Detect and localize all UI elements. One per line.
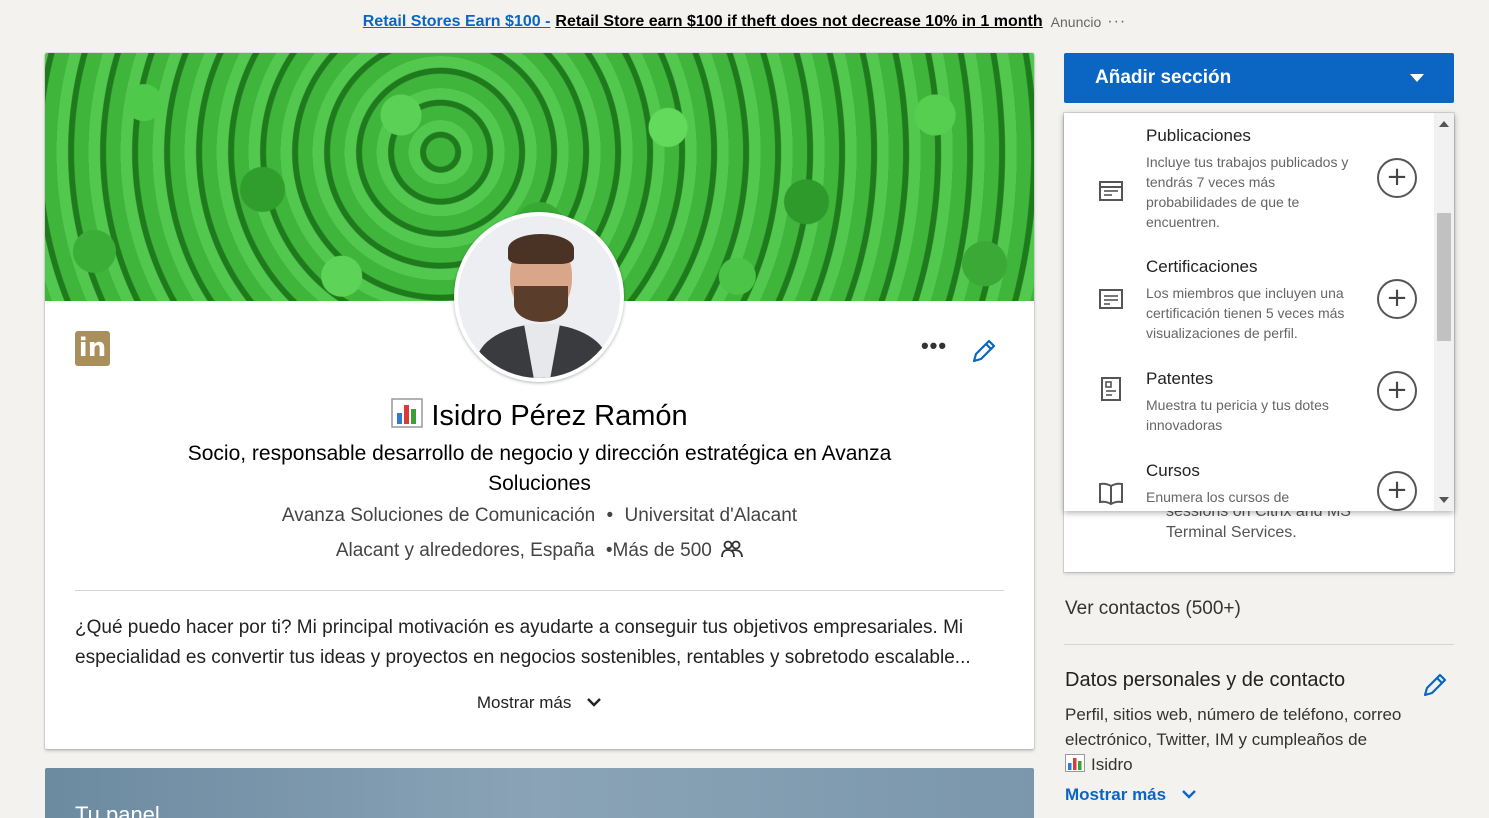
- publications-icon: [1099, 181, 1123, 201]
- ad-label: Anuncio: [1050, 14, 1102, 30]
- ad-banner: Retail Stores Earn $100 - Retail Store e…: [0, 0, 1489, 44]
- patent-icon: [1101, 377, 1121, 401]
- contacts-icon: [721, 540, 744, 558]
- certificate-icon: [1099, 289, 1123, 309]
- add-section-button[interactable]: Añadir sección: [1064, 53, 1454, 103]
- dropdown-item-desc: Muestra tu pericia y tus dotes innovador…: [1146, 397, 1329, 433]
- add-certificaciones-button[interactable]: +: [1377, 279, 1417, 319]
- dropdown-scrollbar[interactable]: [1434, 113, 1454, 511]
- dashboard-title: Tu panel: [75, 802, 160, 818]
- profile-name: Isidro Pérez Ramón: [45, 398, 1034, 433]
- dashboard-card: Tu panel: [45, 768, 1034, 818]
- divider: [1064, 644, 1454, 645]
- divider: [75, 590, 1004, 591]
- profile-headline: Socio, responsable desarrollo de negocio…: [187, 442, 892, 495]
- show-more-label: Mostrar más: [476, 693, 572, 712]
- book-icon: [1099, 482, 1123, 505]
- personal-data-title: Datos personales y de contacto: [1065, 669, 1346, 691]
- show-more-button[interactable]: Mostrar más: [45, 693, 1034, 713]
- add-patentes-button[interactable]: +: [1377, 371, 1417, 411]
- connections-link[interactable]: •Más de 500: [606, 540, 712, 561]
- dropdown-item-title: Patentes: [1146, 369, 1214, 388]
- dropdown-item-title: Certificaciones: [1146, 257, 1258, 276]
- show-more-label: Mostrar más: [1065, 785, 1167, 804]
- caret-down-icon: [1410, 74, 1424, 82]
- location-text: Alacant y alrededores, España: [335, 540, 595, 561]
- edit-pencil-icon[interactable]: [969, 336, 999, 366]
- ad-more-icon[interactable]: ···: [1107, 13, 1126, 31]
- add-section-label: Añadir sección: [1095, 67, 1232, 88]
- ad-link[interactable]: Retail Stores Earn $100 -: [363, 13, 551, 31]
- profile-card: in ••• Isidro Pérez Ramón Socio, respons…: [45, 53, 1034, 749]
- bar-chart-icon: [1065, 754, 1085, 772]
- dropdown-item-title: Cursos: [1146, 461, 1200, 480]
- chevron-down-icon: [1181, 790, 1196, 799]
- edit-pencil-icon[interactable]: [1420, 670, 1450, 700]
- dropdown-item-desc: Incluye tus trabajos publicados y tendrá…: [1146, 154, 1349, 230]
- profile-photo[interactable]: [454, 212, 624, 382]
- bar-chart-icon: [391, 398, 424, 428]
- company-school-line: Avanza Soluciones de Comunicación • Univ…: [45, 505, 1034, 527]
- school-link[interactable]: Universitat d'Alacant: [624, 505, 797, 526]
- add-section-dropdown: Publicaciones Incluye tus trabajos publi…: [1064, 113, 1454, 511]
- scroll-up-icon[interactable]: [1439, 121, 1449, 127]
- personal-data-desc-text: Perfil, sitios web, número de teléfono, …: [1065, 705, 1402, 749]
- chevron-down-icon: [587, 698, 601, 707]
- add-cursos-button[interactable]: +: [1377, 471, 1417, 511]
- separator: •: [606, 505, 614, 526]
- dropdown-item-desc: Enumera los cursos de: [1146, 489, 1290, 505]
- personal-data-desc: Perfil, sitios web, número de teléfono, …: [1065, 702, 1445, 777]
- personal-data-show-more-button[interactable]: Mostrar más: [1065, 785, 1197, 805]
- profile-name-text: Isidro Pérez Ramón: [431, 400, 688, 432]
- more-options-button[interactable]: •••: [917, 335, 951, 366]
- personal-data-name: Isidro: [1091, 755, 1133, 774]
- profile-summary: ¿Qué puedo hacer por ti? Mi principal mo…: [75, 617, 971, 668]
- location-line: Alacant y alrededores, España •Más de 50…: [45, 540, 1034, 562]
- ad-text[interactable]: Retail Store earn $100 if theft does not…: [555, 13, 1042, 31]
- scrollbar-thumb[interactable]: [1437, 213, 1451, 341]
- view-contacts-link[interactable]: Ver contactos (500+): [1065, 598, 1241, 620]
- add-publicaciones-button[interactable]: +: [1377, 158, 1417, 198]
- company-link[interactable]: Avanza Soluciones de Comunicación: [282, 505, 595, 526]
- dropdown-item-title: Publicaciones: [1146, 126, 1251, 145]
- dropdown-item-desc: Los miembros que incluyen una certificac…: [1146, 285, 1345, 341]
- linkedin-logo-icon: in: [75, 331, 110, 366]
- scroll-down-icon[interactable]: [1439, 497, 1449, 503]
